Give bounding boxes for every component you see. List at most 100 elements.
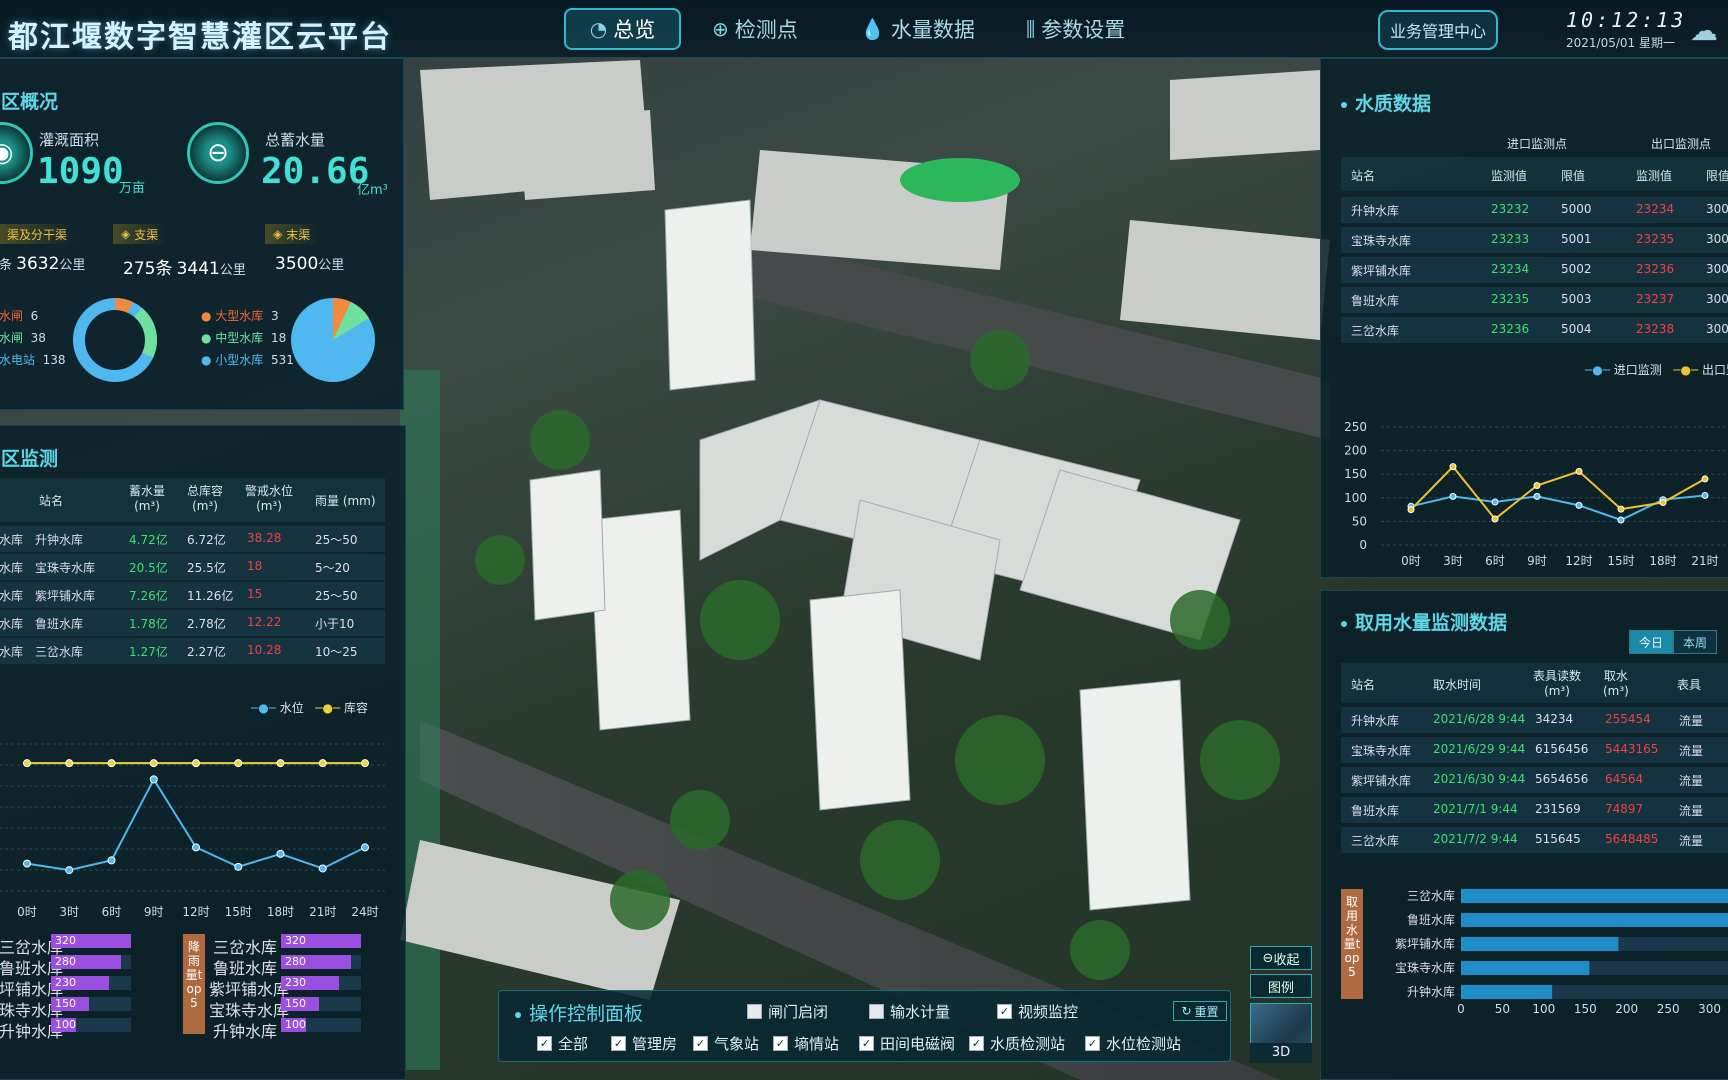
cell-amount: 64564 [1605,772,1644,786]
bar-value: 320 [281,934,361,948]
filter-checkbox-4[interactable]: ✓ 田间电磁阀 [859,1033,955,1054]
y-tick-label: 250 [1344,420,1367,434]
cell-storage: 7.26亿 [129,589,168,603]
minus-circle-icon: ⊖ [1262,950,1274,966]
filter-checkbox-5[interactable]: ✓ 水质检测站 [969,1033,1065,1054]
checked-box-icon[interactable]: ✓ [859,1036,874,1051]
checkbox-2[interactable]: ✓ 视频监控 [997,1001,1078,1022]
toggle-today[interactable]: 今日 [1629,630,1673,654]
usage-panel: 水质数据取用水量监测数据 今日 本周 站名 取水时间 表具读数 (m³) 取水 … [1320,590,1728,1080]
series-line [26,777,366,872]
collapse-button[interactable]: ⊖ 收起 [1250,946,1312,970]
unchecked-box-icon[interactable] [869,1004,884,1019]
x-tick-label: 0时 [1401,554,1421,568]
table-row[interactable]: 水库 宝珠寺水库 20.5亿 25.5亿 18 5～20 [0,554,385,580]
channel-branch-value: 275条 3441公里 [123,259,246,279]
diamond-icon: ◈ [273,227,283,241]
checkbox-1[interactable]: 输水计量 [869,1001,950,1022]
filter-checkbox-3[interactable]: ✓ 墒情站 [773,1033,839,1054]
checked-box-icon[interactable]: ✓ [693,1036,708,1051]
y-tick-label: 0 [1359,538,1367,552]
cell-warn: 12.22 [247,615,282,629]
x-tick-label: 6时 [102,905,122,919]
monitor-panel: 区监测 站名 蓄水量 (m³) 总库容 (m³) 警戒水位 (m³) 雨量 (m… [0,425,406,1080]
table-row[interactable]: 鲁班水库 2021/7/1 9:44 231569 74897 流量 [1341,797,1728,823]
cell-prefix: 水库 [0,561,24,575]
level-line-chart: 0时 3时 6时 9时 12时 15时 18时 21时 24时 [0,743,385,919]
table-row[interactable]: 三岔水库 23236 5004 23238 3000 [1341,317,1728,343]
nav-label: 总览 [613,18,656,42]
filter-checkbox-1[interactable]: ✓ 管理房 [611,1033,677,1054]
business-center-button[interactable]: 业务管理中心 [1378,10,1498,50]
checked-box-icon[interactable]: ✓ [537,1036,552,1051]
cell-prefix: 水库 [0,533,24,547]
cell-storage: 1.78亿 [129,617,168,631]
table-row[interactable]: 紫坪铺水库 23234 5002 23236 3000 [1341,257,1728,283]
cell-reading: 34234 [1535,712,1574,726]
table-row[interactable]: 水库 紫坪铺水库 7.26亿 11.26亿 15 25～50 [0,582,385,608]
table-row[interactable]: 升钟水库 23232 5000 23234 3000 [1341,197,1728,223]
table-row[interactable]: 水库 鲁班水库 1.78亿 2.78亿 12.22 小于10 [0,610,385,636]
checked-box-icon[interactable]: ✓ [997,1004,1012,1019]
table-row[interactable]: 三岔水库 2021/7/2 9:44 515645 5648485 流量 [1341,827,1728,853]
x-tick-label: 0 [1457,1002,1465,1016]
bar-label: 升钟水库 [212,1022,277,1041]
x-tick-label: 24时 [351,905,378,919]
table-row[interactable]: 水库 三岔水库 1.27亿 2.27亿 10.28 10～25 [0,638,385,664]
table-row[interactable]: 紫坪铺水库 2021/6/30 9:44 5654656 64564 流量 [1341,767,1728,793]
filter-checkbox-6[interactable]: ✓ 水位检测站 [1085,1033,1181,1054]
nav-settings[interactable]: ⫼ 参数设置 [1026,8,1125,50]
gates-donut-chart [73,298,157,382]
cell-amount: 5443165 [1605,742,1659,756]
data-point [1575,467,1583,475]
nav-overview[interactable]: ◔ 总览 [564,8,681,50]
checkbox-label: 田间电磁阀 [880,1035,956,1053]
cell-capacity: 6.72亿 [187,533,226,547]
filter-checkbox-2[interactable]: ✓ 气象站 [693,1033,759,1054]
table-row[interactable]: 宝珠寺水库 23233 5001 23235 3000 [1341,227,1728,253]
cell-rain: 5～20 [315,561,350,575]
cell-name: 宝珠寺水库 [1351,234,1412,248]
legend-button[interactable]: 图例 [1250,974,1312,998]
x-tick-label: 9时 [144,905,164,919]
filter-checkbox-0[interactable]: ✓ 全部 [537,1033,588,1054]
checked-box-icon[interactable]: ✓ [773,1036,788,1051]
bar [1461,985,1553,999]
reset-button[interactable]: ↻ 重置 [1173,1001,1227,1021]
nav-checkpoints[interactable]: ⊕ 检测点 [712,8,798,50]
data-point [276,759,285,768]
cell-storage: 20.5亿 [129,561,168,575]
y-tick-label: 100 [1344,491,1367,505]
cell-type: 流量 [1679,774,1704,788]
checked-box-icon[interactable]: ✓ [1085,1036,1100,1051]
table-row[interactable]: 鲁班水库 23235 5003 23237 3000 [1341,287,1728,313]
water-quality-panel: 水质数据 进口监测点 出口监测点 站名 监测值 限值 监测值 限值 升钟水库 23… [1320,58,1728,578]
cell-name: 鲁班水库 [1351,294,1400,308]
unchecked-box-icon[interactable] [747,1004,762,1019]
cell-reading: 231569 [1535,802,1581,816]
cell-in_val: 23232 [1491,202,1530,216]
nav-water-data[interactable]: 💧 水量数据 [860,8,975,50]
data-point [23,859,31,868]
table-row[interactable]: 水库 升钟水库 4.72亿 6.72亿 38.28 25～50 [0,526,385,552]
reservoir-legend-large: ● 大型水库 3 [201,309,279,323]
bar-value: 280 [281,955,351,969]
x-tick-label: 150 [1574,1002,1597,1016]
data-point [23,759,31,768]
cell-out_lim: 3000 [1706,202,1728,216]
table-row[interactable]: 升钟水库 2021/6/28 9:44 34234 255454 流量 [1341,707,1728,733]
data-point [1617,516,1625,524]
nav-label: 水量数据 [890,18,975,42]
toggle-week[interactable]: 本周 [1673,630,1717,654]
cell-time: 2021/7/1 9:44 [1433,802,1518,816]
view-mode-label[interactable]: 3D [1250,1043,1312,1063]
table-row[interactable]: 宝珠寺水库 2021/6/29 9:44 6156456 5443165 流量 [1341,737,1728,763]
channel-end-value: 3500公里 [275,254,345,274]
checkbox-label: 水位检测站 [1106,1035,1182,1053]
checkbox-0[interactable]: 闸门启闭 [747,1001,828,1022]
checked-box-icon[interactable]: ✓ [969,1036,984,1051]
bar-value: 100 [51,1018,76,1032]
data-point [65,866,74,875]
control-title: 操作控制面板 [515,999,643,1026]
checked-box-icon[interactable]: ✓ [611,1036,626,1051]
